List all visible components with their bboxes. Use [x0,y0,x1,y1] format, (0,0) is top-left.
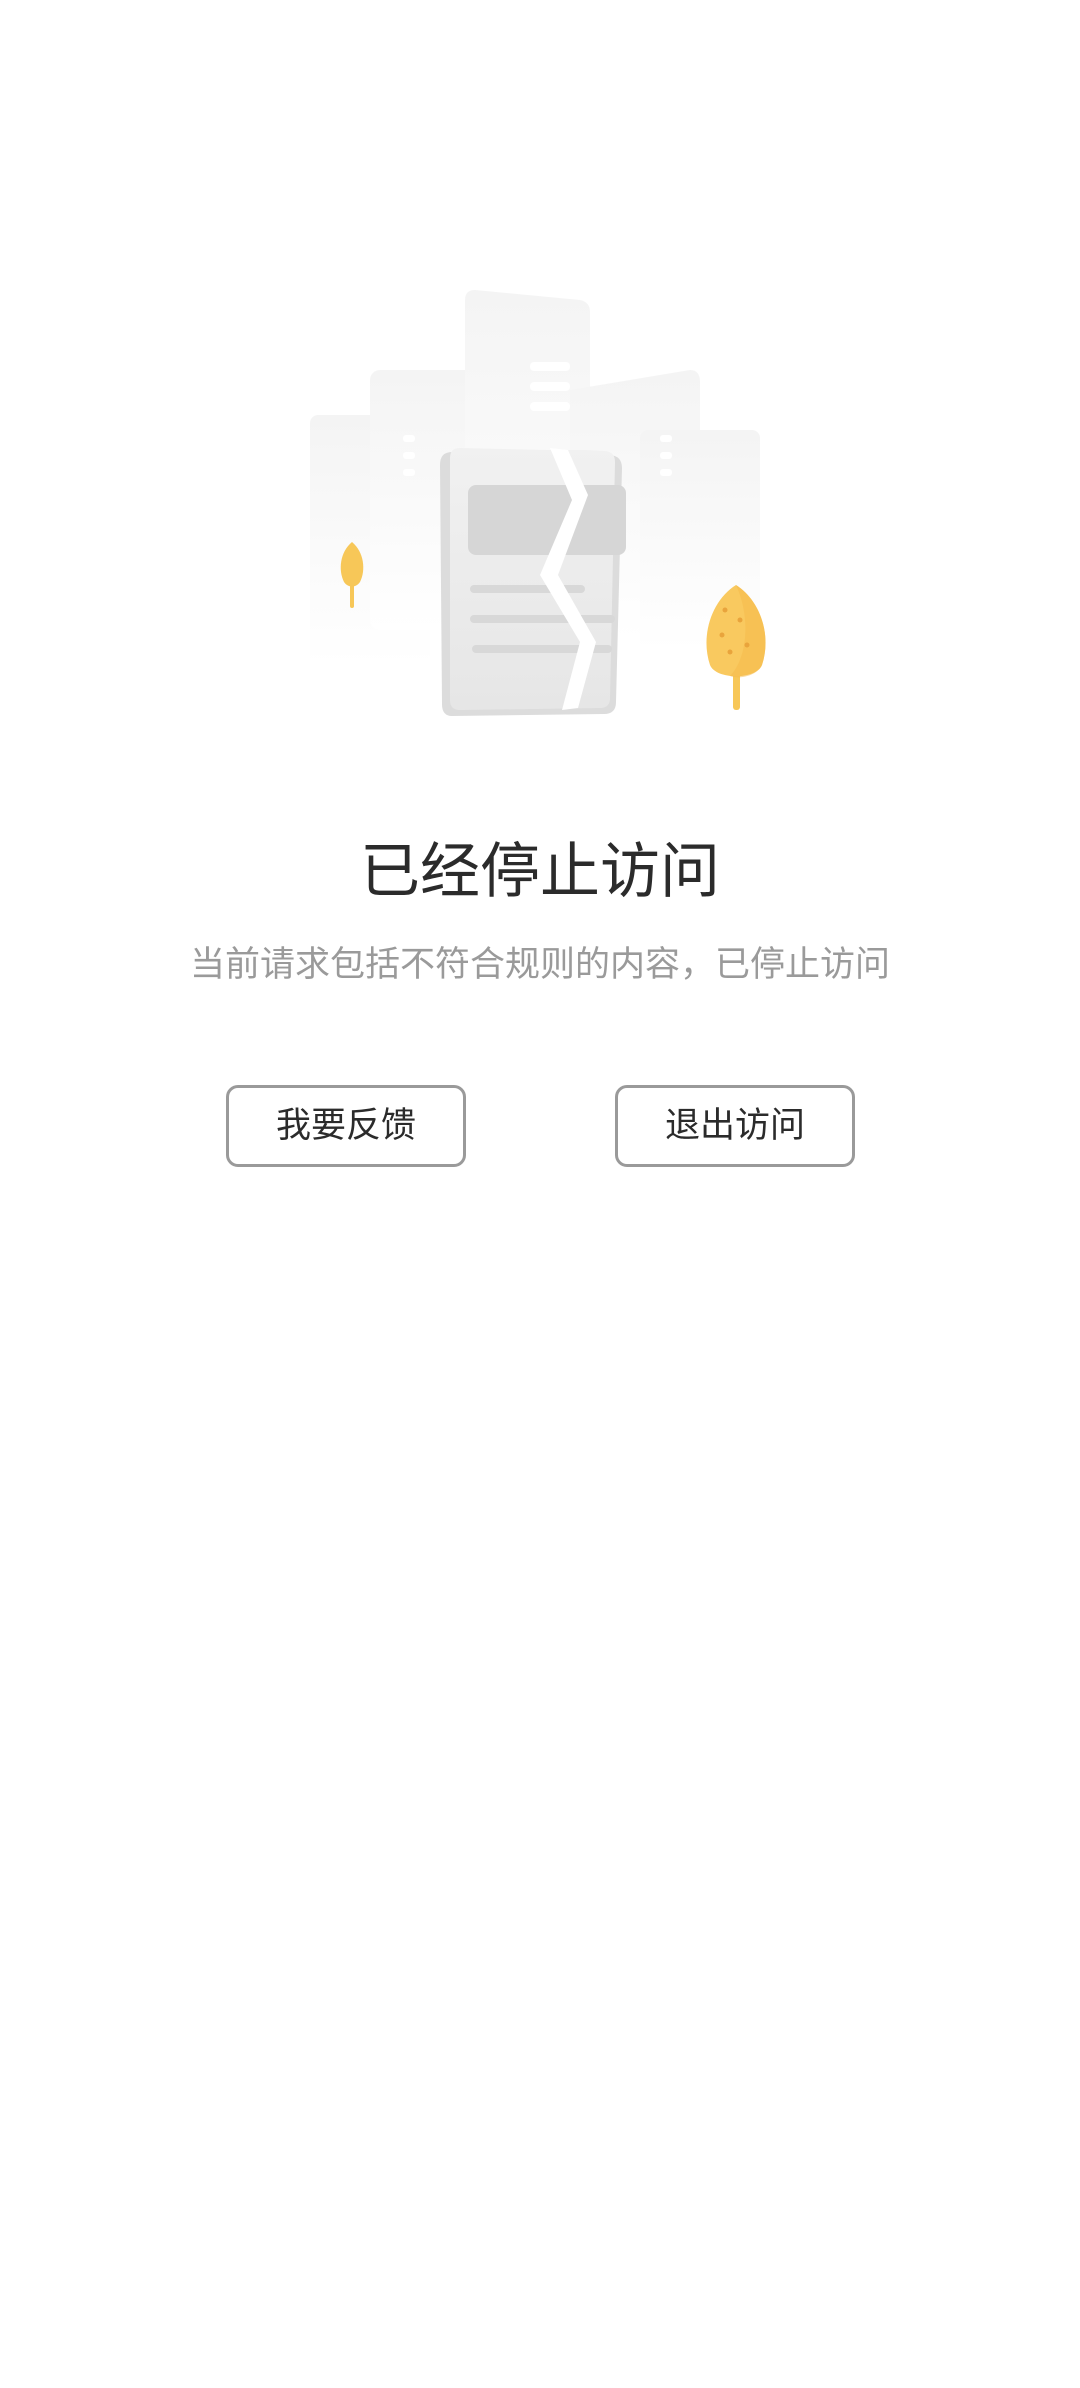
page-subtitle: 当前请求包括不符合规则的内容，已停止访问 [189,945,890,985]
broken-document-icon [440,448,626,716]
page-title: 已经停止访问 [360,837,720,907]
broken-document-illustration [300,290,780,730]
exit-access-button[interactable]: 退出访问 [615,1085,855,1167]
feedback-button[interactable]: 我要反馈 [226,1085,466,1167]
